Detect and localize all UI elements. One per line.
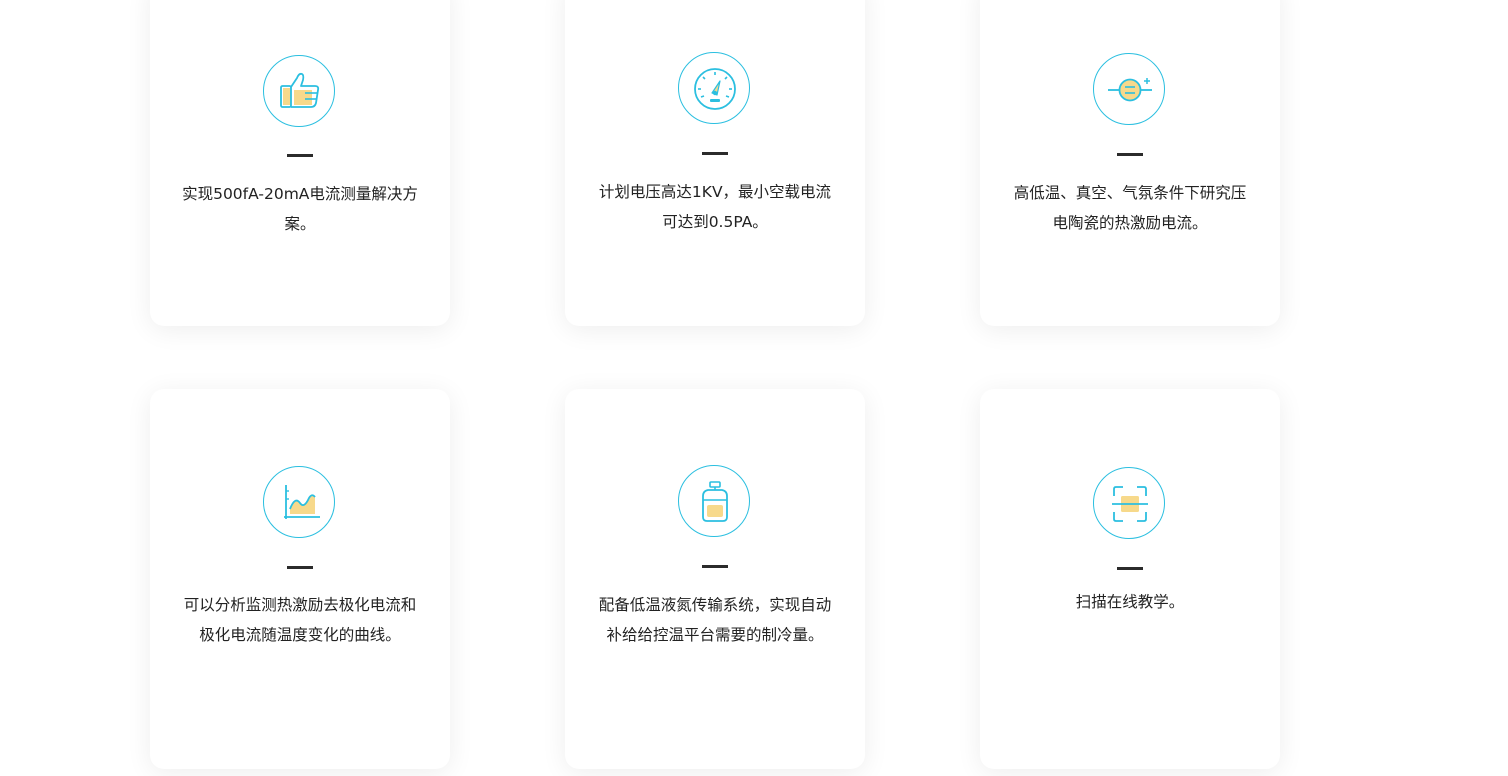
scan-icon	[1093, 467, 1165, 539]
feature-card-thermal-current: 高低温、真空、气氛条件下研究压电陶瓷的热激励电流。	[980, 0, 1280, 326]
feature-card-high-voltage: 计划电压高达1KV，最小空载电流可达到0.5PA。	[565, 0, 865, 326]
feature-description: 可以分析监测热激励去极化电流和极化电流随温度变化的曲线。	[183, 596, 417, 644]
feature-card-online-teaching: 扫描在线教学。	[980, 389, 1280, 769]
divider-dash	[1117, 567, 1143, 570]
feature-description: 实现500fA-20mA电流测量解决方案。	[182, 185, 418, 233]
feature-description: 配备低温液氮传输系统，实现自动补给给控温平台需要的制冷量。	[598, 596, 832, 644]
feature-description: 高低温、真空、气氛条件下研究压电陶瓷的热激励电流。	[1013, 184, 1247, 232]
divider-dash	[1117, 153, 1143, 156]
feature-card-current-measurement: 实现500fA-20mA电流测量解决方案。	[150, 0, 450, 326]
feature-card-liquid-nitrogen: 配备低温液氮传输系统，实现自动补给给控温平台需要的制冷量。	[565, 389, 865, 769]
feature-description: 计划电压高达1KV，最小空载电流可达到0.5PA。	[598, 183, 832, 231]
divider-dash	[287, 154, 313, 157]
liquid-nitrogen-tank-icon	[678, 465, 750, 537]
feature-description: 扫描在线教学。	[1075, 593, 1185, 611]
line-chart-icon	[263, 466, 335, 538]
thumbs-up-icon	[263, 55, 335, 127]
divider-dash	[702, 152, 728, 155]
capacitor-icon	[1093, 53, 1165, 125]
divider-dash	[287, 566, 313, 569]
divider-dash	[702, 565, 728, 568]
pressure-gauge-icon	[678, 52, 750, 124]
feature-card-depolarization-curve: 可以分析监测热激励去极化电流和极化电流随温度变化的曲线。	[150, 389, 450, 769]
